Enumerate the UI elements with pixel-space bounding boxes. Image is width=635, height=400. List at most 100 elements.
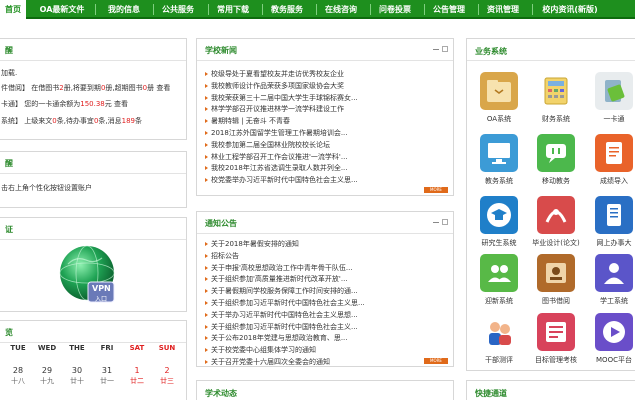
app-welcome-system[interactable]: 迎新系统	[470, 254, 528, 306]
app-oa-system[interactable]: OA系统	[470, 72, 528, 124]
nav-public-service[interactable]: 公共服务	[158, 0, 198, 19]
library-reminder[interactable]: 件借阅】 在借图书2册,将要到期0册,超期图书0册 查看	[1, 83, 170, 93]
card-view-link[interactable]: 元 查看	[105, 100, 128, 108]
cal-day[interactable]: 31 廿一	[92, 366, 122, 386]
list-item[interactable]: 林学学部召开议推进林学一流学科建设工作	[205, 104, 447, 116]
oa-reminder[interactable]: 系统】 上级来文0条,待办事宜0条,消息189条	[1, 116, 142, 126]
top-navigation: 首页 OA最新文件 我的信息 公共服务 常用下载 教务服务 在线咨询 问卷投票 …	[0, 0, 635, 19]
news-more-button[interactable]: MORE	[424, 187, 448, 193]
nav-notice-management[interactable]: 公告管理	[429, 0, 469, 19]
panel-header: 览	[0, 321, 186, 343]
panel-title: 证	[5, 225, 13, 234]
list-item[interactable]: 关于校党委中心组集体学习的通知	[205, 345, 447, 357]
day-number: 30	[71, 366, 83, 375]
list-item[interactable]: 我校参加第二届全国林业院校校长论坛	[205, 140, 447, 152]
vpn-label: VPN	[92, 284, 111, 293]
bullet-icon	[205, 277, 208, 282]
notice-more-button[interactable]: MORE	[424, 358, 448, 364]
app-label: 财务系统	[542, 115, 570, 123]
list-item[interactable]: 关于申报'高校思想政治工作中青年骨干队伍...	[205, 263, 447, 275]
school-news-panel: 学校新闻 校级导处于夏看望校友并走访优秀校友企业 我校教师设计作品荣获多项国家级…	[196, 38, 454, 196]
panel-title: 览	[5, 328, 13, 337]
app-mooc-platform[interactable]: MOOC平台	[585, 313, 635, 365]
list-item[interactable]: 林业工程学部召开工作会议推进'一流学科'...	[205, 152, 447, 164]
list-item[interactable]: 关于组织参加习近平新时代中国特色社会主义...	[205, 322, 447, 334]
settings-hint-text: 击右上角个性化按钮设置账户	[1, 184, 92, 192]
list-item[interactable]: 暑期特辑 | 无奋斗 不青春	[205, 116, 447, 128]
vpn-globe-icon[interactable]: VPN 入口	[56, 242, 124, 310]
day-number: 2	[164, 366, 170, 375]
app-mobile-academic[interactable]: 移动教务	[527, 134, 585, 186]
maximize-icon[interactable]	[442, 219, 448, 225]
news-title: 校党委举办习近平新时代中国特色社会主义思...	[211, 176, 358, 185]
list-item[interactable]: 我校教师设计作品荣获多项国家级协会大奖	[205, 81, 447, 93]
lunar-day: 廿十	[70, 377, 84, 385]
list-item[interactable]: 我校2018年江苏省选调生录取人数并列全...	[205, 163, 447, 175]
list-item[interactable]: 校党委举办习近平新时代中国特色社会主义思...	[205, 175, 447, 187]
cal-day[interactable]: 30 廿十	[62, 366, 92, 386]
app-finance-system[interactable]: 财务系统	[527, 72, 585, 124]
bullet-icon	[205, 300, 208, 305]
panel-title: 业务系统	[475, 47, 507, 56]
oa-folder-icon	[480, 72, 518, 110]
app-label: 研究生系统	[481, 239, 517, 247]
card-balance: 150.38	[80, 100, 105, 108]
nav-oa-latest-files[interactable]: OA最新文件	[34, 0, 90, 19]
bullet-icon	[205, 83, 208, 88]
app-grade-import[interactable]: 成绩导入	[585, 134, 635, 186]
nav-news-management[interactable]: 资讯管理	[483, 0, 523, 19]
nav-downloads[interactable]: 常用下载	[213, 0, 253, 19]
minimize-icon[interactable]	[433, 49, 439, 50]
nav-my-info[interactable]: 我的信息	[100, 0, 148, 19]
cal-header-fri: FRI	[100, 344, 114, 352]
bullet-icon	[205, 107, 208, 112]
app-thesis-design[interactable]: 毕业设计(论文)	[527, 196, 585, 248]
list-item[interactable]: 我校荣获第三十二届中国大学生手球锦标赛女...	[205, 93, 447, 105]
app-target-management[interactable]: 目标管理考核	[527, 313, 585, 365]
news-title: 我校参加第二届全国林业院校校长论坛	[211, 140, 330, 149]
app-campus-card[interactable]: 一卡通	[585, 72, 635, 124]
notice-title: 招标公告	[211, 251, 239, 260]
cal-day[interactable]: 1 廿二	[122, 366, 152, 386]
nav-online-consult[interactable]: 在线咨询	[321, 0, 361, 19]
app-online-service[interactable]: 网上办事大	[585, 196, 635, 248]
app-academic-system[interactable]: 教务系统	[470, 134, 528, 186]
nav-survey-vote[interactable]: 问卷投票	[375, 0, 415, 19]
list-item[interactable]: 关于2018年暑假安排的通知	[205, 239, 447, 251]
bullet-icon	[205, 359, 208, 364]
list-item[interactable]: 2018江苏外国留学生管理工作暑期培训会...	[205, 128, 447, 140]
app-library[interactable]: 图书借阅	[527, 254, 585, 306]
app-student-affairs[interactable]: 学工系统	[585, 254, 635, 306]
list-item[interactable]: 关于组织参加习近平新时代中国特色社会主义思...	[205, 298, 447, 310]
bullet-icon	[205, 336, 208, 341]
minimize-icon[interactable]	[433, 222, 439, 223]
academic-monitor-icon	[480, 134, 518, 172]
nav-campus-news-new[interactable]: 校内资讯(新版)	[537, 0, 603, 19]
cal-day[interactable]: 28 十八	[3, 366, 33, 386]
loading-text: 加载.	[1, 69, 18, 77]
nav-separator	[153, 4, 154, 15]
list-item[interactable]: 关于组织参加'高质量推进新时代改革开放'...	[205, 274, 447, 286]
panel-header: 醒	[0, 39, 186, 61]
cal-day[interactable]: 2 廿三	[152, 366, 182, 386]
list-item[interactable]: 关于公布2018年党建与思想政治教育、思...	[205, 333, 447, 345]
nav-academic-service[interactable]: 教务服务	[267, 0, 307, 19]
library-view-link[interactable]: 册 查看	[147, 84, 170, 92]
bullet-icon	[205, 119, 208, 124]
notice-title: 关于2018年暑假安排的通知	[211, 240, 299, 248]
list-item[interactable]: 校级导处于夏看望校友并走访优秀校友企业	[205, 69, 447, 81]
list-item[interactable]: 招标公告	[205, 251, 447, 263]
card-balance-reminder[interactable]: 卡通】 您的一卡通余额为150.38元 查看	[1, 99, 128, 109]
nav-home[interactable]: 首页	[0, 0, 26, 19]
day-number: 29	[41, 366, 53, 375]
bullet-icon	[205, 154, 208, 159]
news-title: 林业工程学部召开工作会议推进'一流学科'...	[211, 152, 348, 161]
app-graduate-system[interactable]: 研究生系统	[470, 196, 528, 248]
cal-day[interactable]: 29 十九	[32, 366, 62, 386]
maximize-icon[interactable]	[442, 46, 448, 52]
app-cadre-assessment[interactable]: 干部测评	[470, 313, 528, 365]
list-item[interactable]: 关于召开党委十六届四次全委会的通知	[205, 357, 447, 369]
list-item[interactable]: 关于暑假期间学校服务保障工作时间安排的通...	[205, 286, 447, 298]
list-item[interactable]: 关于举办习近平新时代中国特色社会主义思想...	[205, 310, 447, 322]
day-number: 1	[134, 366, 140, 375]
